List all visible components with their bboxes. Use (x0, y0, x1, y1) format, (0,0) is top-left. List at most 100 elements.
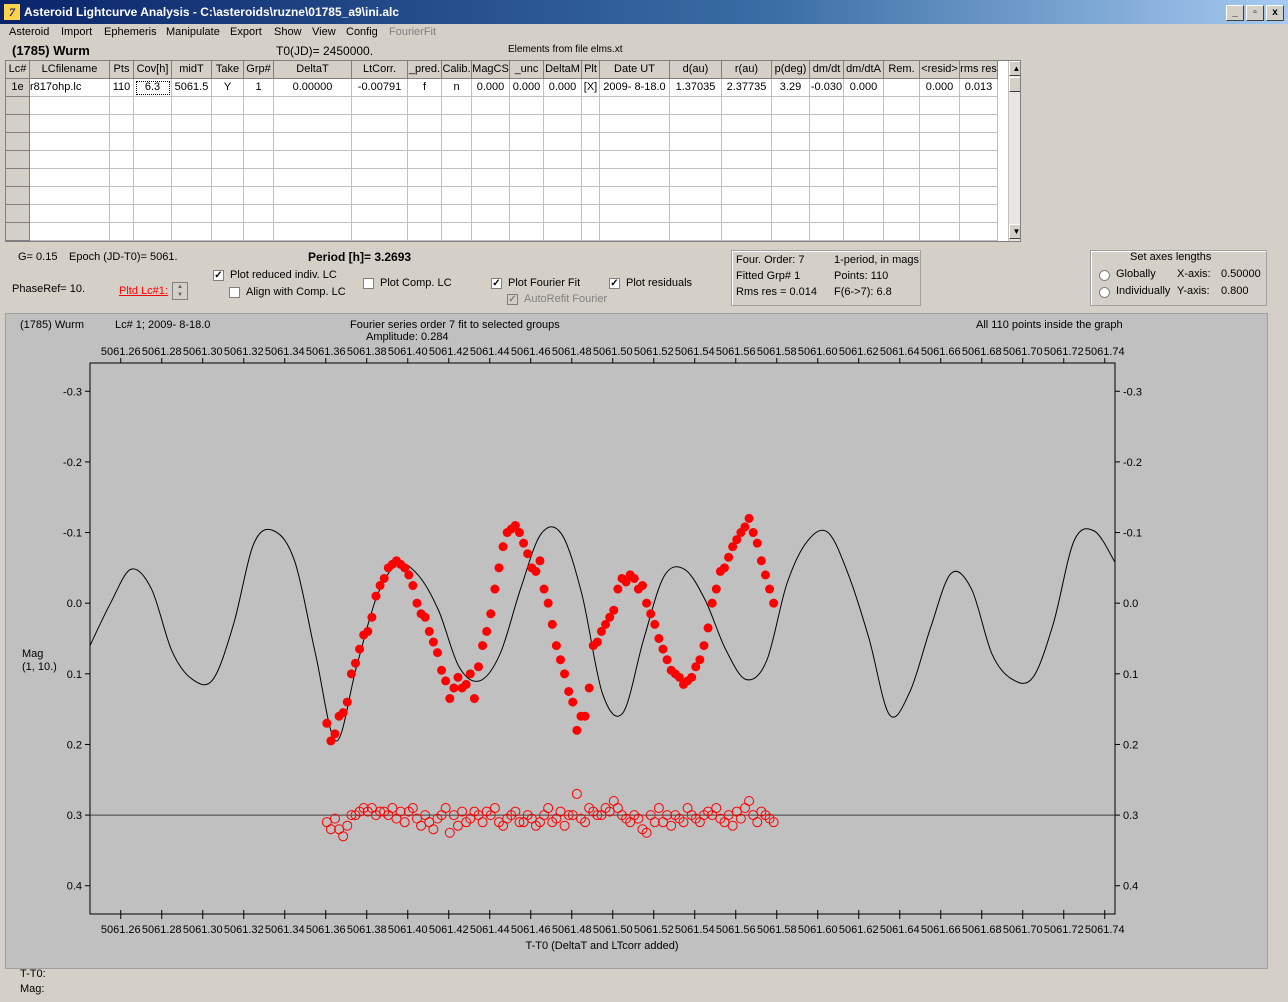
column-header[interactable]: LtCorr. (352, 61, 408, 79)
table-cell[interactable]: 0.000 (920, 79, 960, 97)
empty-cell[interactable] (722, 187, 772, 205)
empty-cell[interactable] (172, 133, 212, 151)
empty-cell[interactable] (30, 97, 110, 115)
scroll-thumb[interactable] (1009, 77, 1020, 92)
empty-cell[interactable] (212, 115, 244, 133)
plot-fourier-checkbox[interactable]: ✓ (491, 278, 502, 289)
empty-cell[interactable] (212, 169, 244, 187)
empty-cell[interactable] (920, 169, 960, 187)
close-button[interactable]: x (1266, 5, 1284, 21)
empty-cell[interactable] (844, 223, 884, 241)
empty-cell[interactable] (408, 205, 442, 223)
empty-cell[interactable] (442, 133, 472, 151)
empty-cell[interactable] (920, 151, 960, 169)
empty-cell[interactable] (408, 115, 442, 133)
empty-cell[interactable] (110, 187, 134, 205)
empty-cell[interactable] (582, 169, 600, 187)
empty-cell[interactable] (442, 187, 472, 205)
column-header[interactable]: r(au) (722, 61, 772, 79)
empty-cell[interactable] (172, 205, 212, 223)
empty-cell[interactable] (844, 97, 884, 115)
empty-cell[interactable] (134, 133, 172, 151)
lightcurve-table[interactable]: ▲ ▼ Lc# LCfilename Pts Cov[h] midT Take Grp# De… (5, 60, 1021, 242)
empty-cell[interactable] (6, 133, 30, 151)
empty-cell[interactable] (6, 187, 30, 205)
empty-cell[interactable] (722, 169, 772, 187)
empty-cell[interactable] (6, 151, 30, 169)
empty-cell[interactable] (544, 223, 582, 241)
empty-cell[interactable] (212, 151, 244, 169)
column-header[interactable]: _unc (510, 61, 544, 79)
empty-cell[interactable] (110, 97, 134, 115)
empty-cell[interactable] (510, 133, 544, 151)
empty-cell[interactable] (110, 169, 134, 187)
menu-ephemeris[interactable]: Ephemeris (104, 26, 157, 38)
empty-cell[interactable] (110, 223, 134, 241)
empty-cell[interactable] (960, 97, 998, 115)
table-cell[interactable]: 3.29 (772, 79, 810, 97)
empty-cell[interactable] (30, 187, 110, 205)
empty-cell[interactable] (670, 115, 722, 133)
table-cell[interactable]: 1e (6, 79, 30, 97)
empty-cell[interactable] (408, 151, 442, 169)
empty-cell[interactable] (722, 205, 772, 223)
empty-cell[interactable] (844, 115, 884, 133)
empty-cell[interactable] (408, 223, 442, 241)
empty-cell[interactable] (670, 223, 722, 241)
empty-cell[interactable] (352, 151, 408, 169)
empty-cell[interactable] (274, 169, 352, 187)
empty-cell[interactable] (442, 97, 472, 115)
empty-cell[interactable] (544, 133, 582, 151)
empty-cell[interactable] (408, 133, 442, 151)
column-header[interactable]: dm/dt (810, 61, 844, 79)
menu-show[interactable]: Show (274, 26, 302, 38)
empty-cell[interactable] (134, 115, 172, 133)
empty-cell[interactable] (772, 97, 810, 115)
empty-cell[interactable] (544, 169, 582, 187)
globally-radio[interactable] (1099, 270, 1110, 281)
empty-cell[interactable] (352, 205, 408, 223)
table-cell[interactable]: 110 (110, 79, 134, 97)
empty-cell[interactable] (772, 187, 810, 205)
column-header[interactable]: p(deg) (772, 61, 810, 79)
yaxis-value[interactable]: 0.800 (1221, 285, 1249, 297)
empty-cell[interactable] (110, 115, 134, 133)
table-cell[interactable] (884, 79, 920, 97)
empty-cell[interactable] (600, 115, 670, 133)
empty-cell[interactable] (244, 133, 274, 151)
empty-cell[interactable] (472, 223, 510, 241)
empty-cell[interactable] (510, 205, 544, 223)
empty-cell[interactable] (30, 151, 110, 169)
empty-cell[interactable] (810, 133, 844, 151)
empty-cell[interactable] (600, 151, 670, 169)
empty-cell[interactable] (810, 97, 844, 115)
empty-cell[interactable] (544, 115, 582, 133)
empty-cell[interactable] (960, 115, 998, 133)
empty-cell[interactable] (920, 205, 960, 223)
empty-cell[interactable] (600, 169, 670, 187)
empty-cell[interactable] (772, 169, 810, 187)
empty-cell[interactable] (844, 169, 884, 187)
empty-cell[interactable] (920, 115, 960, 133)
empty-cell[interactable] (810, 169, 844, 187)
empty-cell[interactable] (134, 169, 172, 187)
empty-cell[interactable] (582, 115, 600, 133)
empty-cell[interactable] (274, 115, 352, 133)
column-header[interactable]: Date UT (600, 61, 670, 79)
empty-cell[interactable] (134, 151, 172, 169)
empty-cell[interactable] (722, 223, 772, 241)
empty-cell[interactable] (274, 223, 352, 241)
empty-cell[interactable] (810, 223, 844, 241)
empty-cell[interactable] (408, 169, 442, 187)
empty-cell[interactable] (30, 205, 110, 223)
empty-cell[interactable] (244, 169, 274, 187)
column-header[interactable]: Rem. (884, 61, 920, 79)
empty-cell[interactable] (442, 205, 472, 223)
empty-cell[interactable] (244, 223, 274, 241)
column-header[interactable]: Calib. (442, 61, 472, 79)
empty-cell[interactable] (134, 223, 172, 241)
empty-cell[interactable] (920, 97, 960, 115)
empty-cell[interactable] (844, 151, 884, 169)
empty-cell[interactable] (408, 187, 442, 205)
empty-cell[interactable] (544, 97, 582, 115)
